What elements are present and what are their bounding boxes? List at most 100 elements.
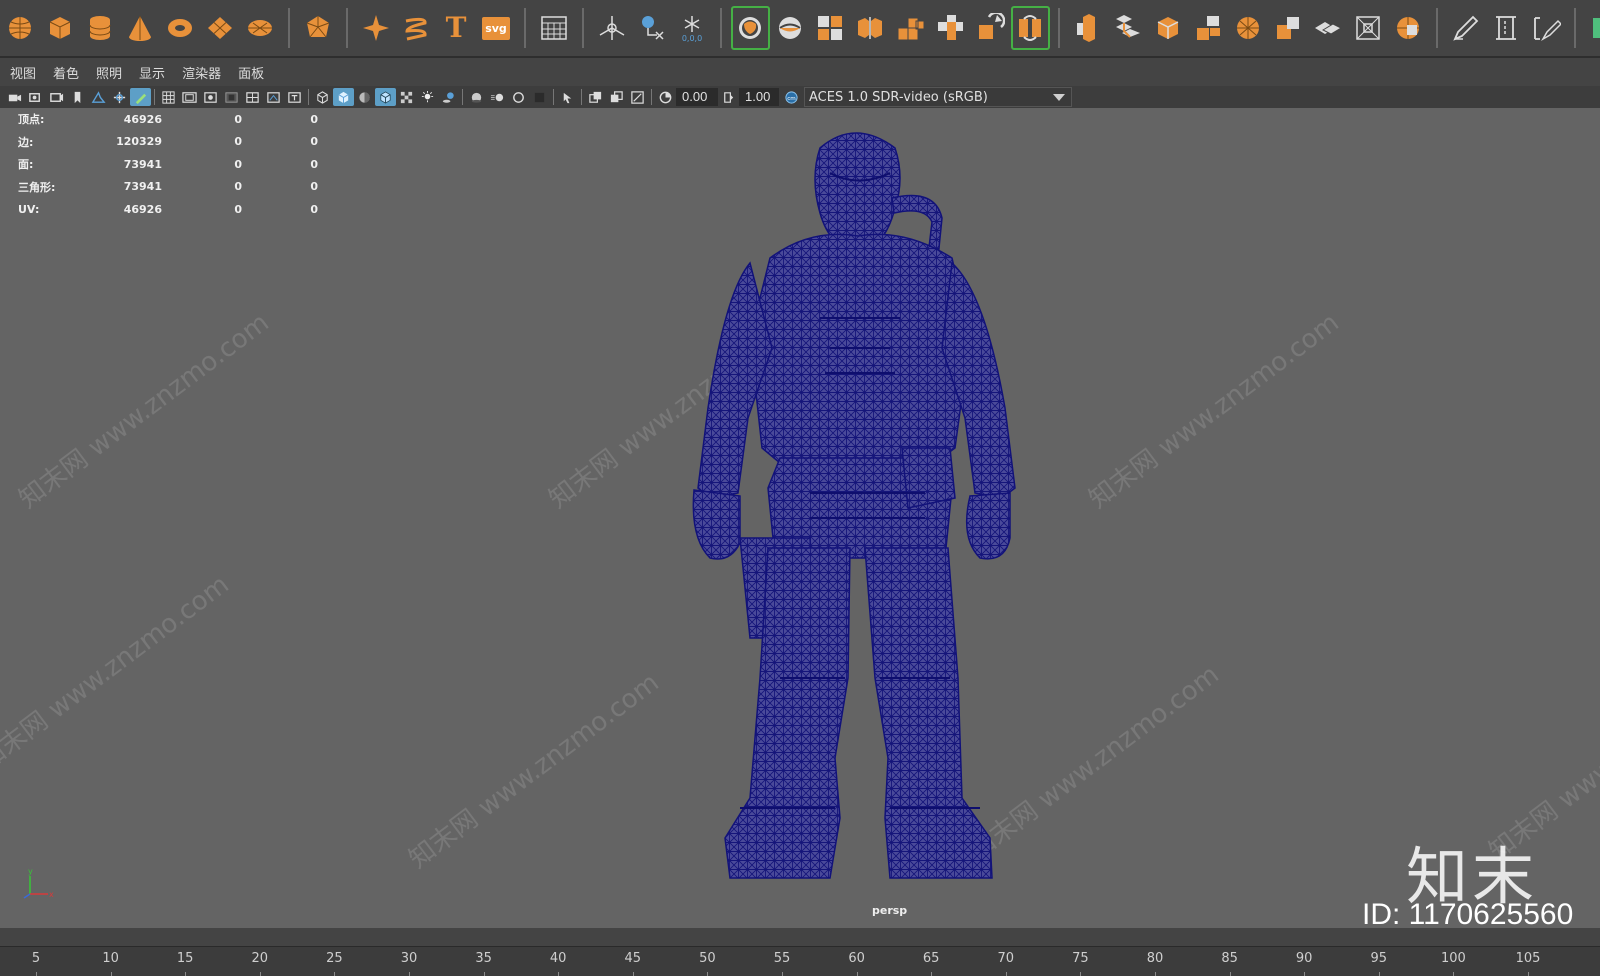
menu-renderer[interactable]: 渲染器 <box>182 63 221 82</box>
timeline-tick-mark <box>110 972 112 976</box>
connect-icon[interactable] <box>1527 6 1566 50</box>
extrude-icon[interactable] <box>1069 6 1108 50</box>
sweep-icon[interactable] <box>357 6 396 50</box>
gamma-field[interactable] <box>739 88 779 106</box>
shelf-separator <box>1058 8 1060 48</box>
menu-lighting[interactable]: 照明 <box>96 63 122 82</box>
cylinder-icon[interactable] <box>81 6 120 50</box>
timeline-tick-label: 40 <box>549 951 567 966</box>
color-space-dropdown[interactable]: ACES 1.0 SDR-video (sRGB) <box>804 87 1072 107</box>
xray-icon[interactable] <box>585 88 606 106</box>
wireframe-on-shaded-icon[interactable] <box>375 88 396 106</box>
disc-icon[interactable] <box>241 6 280 50</box>
smooth-shade-icon[interactable] <box>333 88 354 106</box>
menu-show[interactable]: 显示 <box>139 63 165 82</box>
shelf-separator <box>288 8 290 48</box>
mirror-icon[interactable] <box>1010 6 1050 50</box>
separator <box>154 89 155 105</box>
wireframe-character-model[interactable] <box>680 118 1040 888</box>
screen-space-ao-icon[interactable] <box>466 88 487 106</box>
select-camera-icon[interactable] <box>4 88 25 106</box>
camera-attributes-icon[interactable] <box>25 88 46 106</box>
cone-icon[interactable] <box>121 6 160 50</box>
select-camera-icon[interactable] <box>730 6 770 50</box>
grid-icon[interactable] <box>158 88 179 106</box>
insert-edge-icon[interactable] <box>1487 6 1526 50</box>
fill-hole-icon[interactable] <box>1189 6 1228 50</box>
time-slider[interactable]: 5 10 15 20 25 30 35 40 45 50 55 60 65 70 75 80 85 90 95 100… <box>0 946 1600 976</box>
grease-pencil-icon[interactable] <box>130 88 151 106</box>
timeline-tick-label: 55 <box>773 951 791 966</box>
svg-text:cm: cm <box>787 95 796 101</box>
menu-shading[interactable]: 着色 <box>53 63 79 82</box>
plane-icon[interactable] <box>201 6 240 50</box>
svg-text:0,0,0: 0,0,0 <box>682 34 702 43</box>
exposure-icon[interactable] <box>655 88 676 106</box>
xray-components-icon[interactable] <box>627 88 648 106</box>
hud-row-faces: 面: 73941 0 0 <box>18 157 318 172</box>
grid-panel-icon[interactable] <box>535 6 574 50</box>
torus-icon[interactable] <box>161 6 200 50</box>
exposure-field[interactable] <box>676 88 718 106</box>
cube-icon[interactable] <box>41 6 80 50</box>
combine-icon[interactable] <box>811 6 850 50</box>
uv-editor-icon[interactable] <box>1585 6 1600 50</box>
gate-mask-icon[interactable] <box>221 88 242 106</box>
snowflake-icon[interactable]: 0,0,0 <box>673 6 712 50</box>
bridge-icon[interactable] <box>1109 6 1148 50</box>
bookmark-icon[interactable] <box>67 88 88 106</box>
hud-row-triangles: 三角形: 73941 0 0 <box>18 180 318 194</box>
multicut-icon[interactable] <box>1309 6 1348 50</box>
image-plane-icon[interactable] <box>88 88 109 106</box>
boolean-icon[interactable] <box>971 6 1010 50</box>
text-icon[interactable]: T <box>437 6 476 50</box>
annotation-icon[interactable] <box>633 6 672 50</box>
perspective-viewport[interactable]: 知末网 www.znzmo.com 知末网 www.znzmo.com 知末网 … <box>0 108 1600 928</box>
platonic-icon[interactable] <box>299 6 338 50</box>
two-d-pan-icon[interactable] <box>109 88 130 106</box>
separate-icon[interactable] <box>851 6 890 50</box>
timeline-tick-mark <box>409 972 410 976</box>
gamma-icon[interactable] <box>718 88 739 106</box>
safe-title-icon[interactable] <box>284 88 305 106</box>
bevel-icon[interactable] <box>1149 6 1188 50</box>
film-gate-icon[interactable] <box>179 88 200 106</box>
motion-blur-icon[interactable] <box>487 88 508 106</box>
isolate-select-icon[interactable] <box>557 88 578 106</box>
sphere-icon[interactable] <box>1 6 40 50</box>
soccer-ball-icon[interactable] <box>771 6 810 50</box>
menu-panels[interactable]: 面板 <box>238 63 264 82</box>
resolution-gate-icon[interactable] <box>200 88 221 106</box>
locator-icon[interactable] <box>593 6 632 50</box>
anti-aliasing-icon[interactable] <box>508 88 529 106</box>
panel-toolbar: cm ACES 1.0 SDR-video (sRGB) <box>0 86 1600 108</box>
target-weld-icon[interactable] <box>1229 6 1268 50</box>
bookmark-camera-icon[interactable] <box>46 88 67 106</box>
default-material-icon[interactable] <box>354 88 375 106</box>
extract-icon[interactable] <box>891 6 930 50</box>
wireframe-icon[interactable] <box>312 88 333 106</box>
xray-joints-icon[interactable] <box>606 88 627 106</box>
merge-icon[interactable] <box>1269 6 1308 50</box>
timeline-tick-label: 95 <box>1370 951 1388 966</box>
field-chart-icon[interactable] <box>242 88 263 106</box>
quad-draw-icon[interactable] <box>1389 6 1428 50</box>
menu-view[interactable]: 视图 <box>10 63 36 82</box>
timeline-tick-label: 10 <box>102 951 119 966</box>
timeline-tick-mark <box>558 972 560 976</box>
pen-icon[interactable] <box>1447 6 1486 50</box>
panel-menu-bar: 视图 着色 照明 显示 渲染器 面板 <box>0 60 1600 85</box>
safe-action-icon[interactable] <box>263 88 284 106</box>
view-transform-icon[interactable]: cm <box>781 88 802 106</box>
smooth-icon[interactable] <box>931 6 970 50</box>
offset-loop-icon[interactable] <box>1349 6 1388 50</box>
timeline-tick-mark <box>185 972 187 976</box>
helix-icon[interactable] <box>397 6 436 50</box>
depth-of-field-icon[interactable] <box>529 88 550 106</box>
textured-icon[interactable] <box>396 88 417 106</box>
lights-icon[interactable] <box>417 88 438 106</box>
shadows-icon[interactable] <box>438 88 459 106</box>
timeline-tick-label: 20 <box>251 951 269 966</box>
watermark: 知末网 www.znzmo.com <box>13 307 275 515</box>
svg-icon[interactable]: svg <box>477 6 516 50</box>
